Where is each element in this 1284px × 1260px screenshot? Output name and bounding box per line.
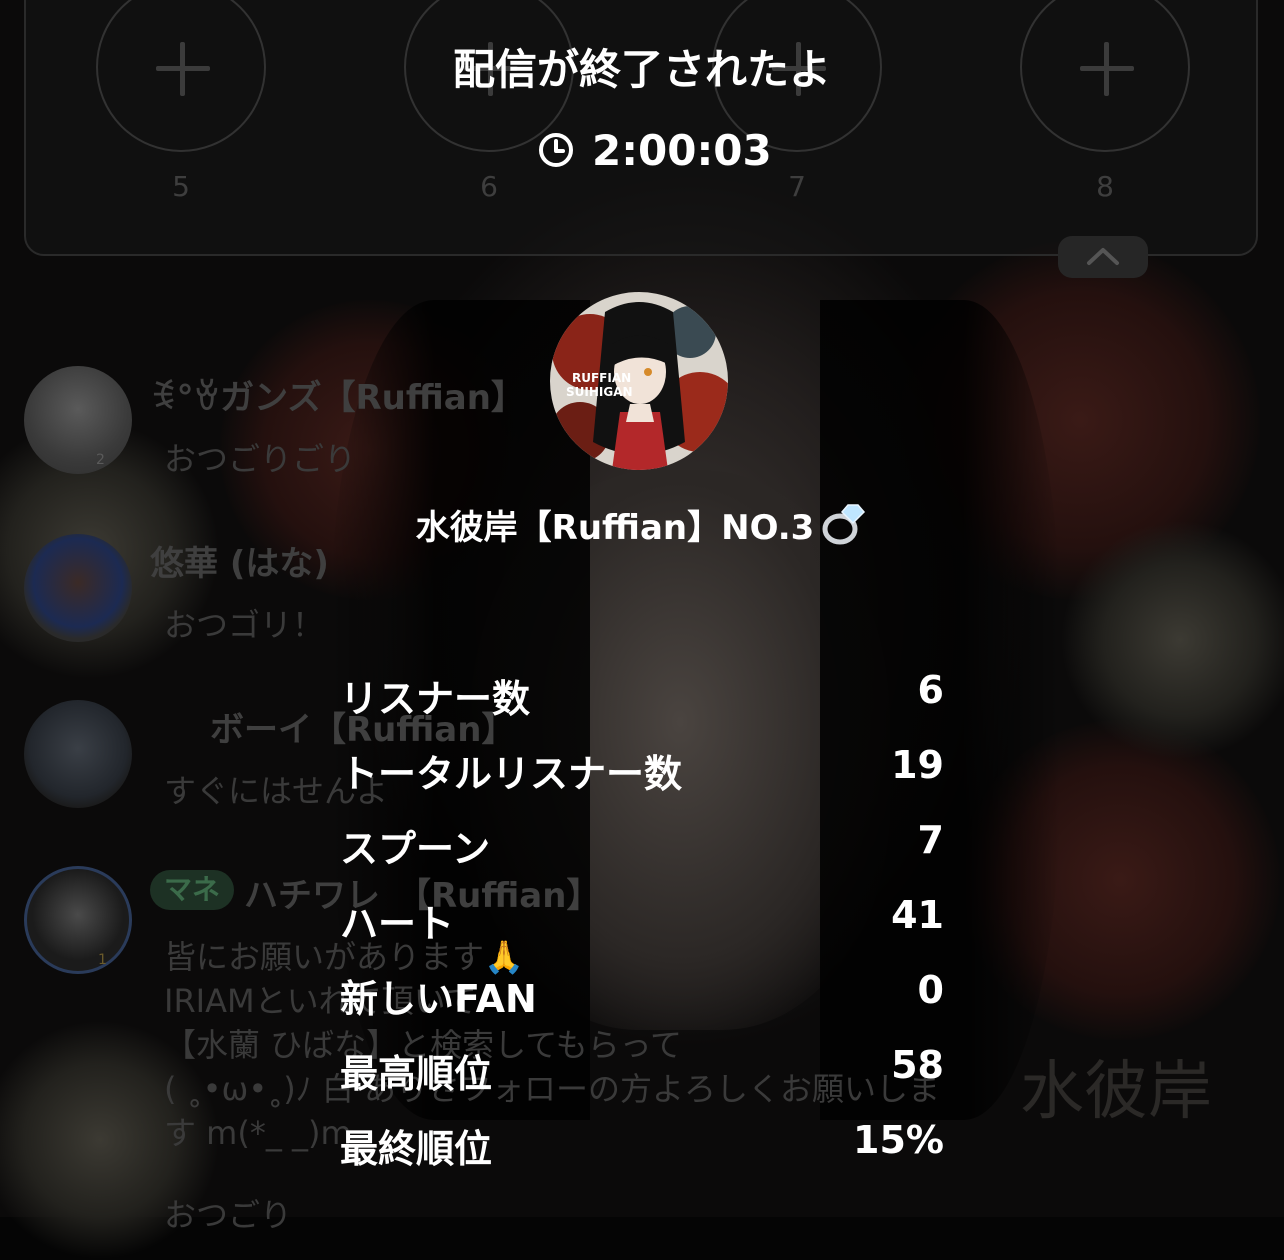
rank-badge: 1 [98,952,107,968]
ring-icon [822,504,866,545]
stat-value: 19 [891,743,944,787]
host-name: 水彼岸【Ruffian】NO.3 [415,508,815,548]
chevron-up-icon [1087,248,1119,265]
stat-row-listeners: リスナー数 6 [340,668,944,728]
clock-icon [539,133,573,167]
stat-value: 58 [891,1043,944,1087]
slot-number: 5 [172,170,190,203]
stat-row-hearts: ハート 41 [340,893,944,953]
rank-badge: 2 [96,452,105,468]
stat-label: リスナー数 [340,677,531,721]
stat-row-new-fans: 新しいFAN 0 [340,968,944,1028]
stat-value: 41 [891,893,944,937]
stat-label: 最高順位 [340,1052,493,1096]
chat-username[interactable]: ꉂ°ꈊガンズ【Ruffian】 [150,370,525,419]
stream-ended-title: 配信が終了されたよ [452,45,831,94]
chat-message-line: す m(*_ _)m [164,1114,352,1152]
stat-label: 最終順位 [340,1127,493,1171]
background-daisy [1060,520,1284,760]
avatar-logo-text: SUIHIGAN [566,385,633,399]
host-avatar: RUFFIAN SUIHIGAN [550,292,728,470]
slot-number: 6 [480,170,498,203]
avatar[interactable] [24,366,132,474]
duration-value: 2:00:03 [592,126,772,175]
stat-label: 新しいFAN [340,977,537,1021]
stat-label: ハート [340,902,455,946]
stat-label: スプーン [340,827,491,871]
avatar[interactable] [24,700,132,808]
background-signature: 水彼岸 [1020,1055,1212,1129]
avatar-logo-text: RUFFIAN [572,371,631,385]
chat-message: おつごりごり [164,440,357,478]
stat-row-total-listeners: トータルリスナー数 19 [340,743,944,803]
stat-value: 15% [853,1118,944,1162]
chat-message: おつゴリ！ [164,606,325,644]
host-name-row: 水彼岸【Ruffian】NO.3 [0,500,1284,549]
manager-tag: マネ [150,870,235,910]
host-avatar-image: RUFFIAN SUIHIGAN [550,292,728,470]
stat-row-final-rank: 最終順位 15% [340,1118,944,1178]
stat-value: 6 [917,668,944,712]
avatar[interactable] [24,866,132,974]
avatar[interactable] [24,534,132,642]
stat-row-highest-rank: 最高順位 58 [340,1043,944,1103]
chat-message: おつごり [164,1196,293,1234]
collapse-panel-button[interactable] [1058,236,1148,278]
stat-value: 7 [917,818,944,862]
stat-label: トータルリスナー数 [340,752,683,796]
stat-row-spoons: スプーン 7 [340,818,944,878]
stat-value: 0 [917,968,944,1012]
slot-number: 8 [1096,170,1114,203]
